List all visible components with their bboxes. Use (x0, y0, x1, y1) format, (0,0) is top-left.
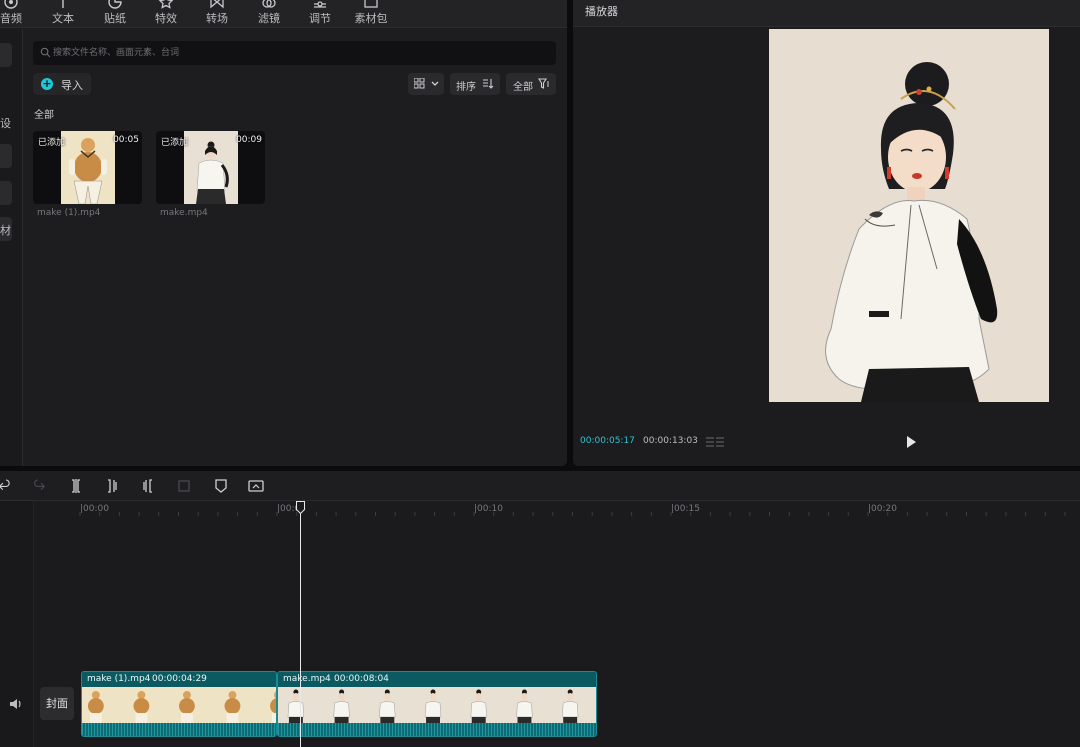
timeline-clip-1[interactable]: make (1).mp4 00:00:04:29 (81, 671, 277, 737)
chevron-down-icon (431, 81, 439, 86)
tab-effects[interactable]: 特效 (141, 0, 191, 26)
filter-button[interactable]: 全部 (506, 73, 556, 95)
tab-package[interactable]: 素材包 (346, 0, 396, 26)
media-item-1[interactable]: 已添加 00:05 (33, 131, 142, 204)
tab-audio[interactable]: 音频 (0, 0, 36, 26)
ruler-ticks (79, 512, 1066, 516)
tab-filter-label: 滤镜 (258, 12, 280, 25)
effects-icon (158, 0, 174, 9)
tab-effects-label: 特效 (155, 12, 177, 25)
sort-label: 排序 (456, 82, 476, 93)
rail-button-2[interactable] (0, 144, 12, 168)
cover-button[interactable]: 封面 (40, 687, 74, 720)
timeline-panel: |00:00 |00:05 |00:10 |00:15 |00:20 封面 ma… (0, 471, 1080, 747)
top-tab-bar: 音频 文本 贴纸 特效 转场 滤镜 调节 素材包 (0, 0, 567, 28)
import-label: 导入 (61, 79, 83, 92)
side-rail: 设 材 (0, 29, 23, 466)
play-icon (907, 436, 916, 448)
clip-waveform (82, 723, 276, 736)
tab-sticker[interactable]: 贴纸 (90, 0, 140, 26)
tab-package-label: 素材包 (354, 12, 388, 25)
rail-label-material: 材 (0, 224, 11, 237)
adjust-icon (314, 1, 326, 8)
tab-text-label: 文本 (52, 12, 74, 25)
clip-name: make.mp4 (283, 674, 331, 684)
playhead-line[interactable] (300, 507, 301, 747)
trim-left-icon[interactable] (104, 478, 120, 494)
sort-icon (483, 79, 494, 89)
sticker-icon (108, 0, 122, 9)
clip-timecode: 00:00:08:04 (334, 674, 389, 684)
media-duration: 00:09 (236, 135, 262, 145)
import-button[interactable]: + 导入 (33, 73, 91, 95)
search-icon (40, 47, 51, 58)
play-button[interactable] (904, 435, 918, 449)
marker-icon[interactable] (213, 478, 229, 494)
rail-button-3[interactable] (0, 181, 12, 205)
timeline-clip-2[interactable]: make.mp4 00:00:08:04 (277, 671, 597, 737)
transition-icon (210, 0, 224, 9)
speaker-icon[interactable] (8, 697, 24, 711)
tab-transition[interactable]: 转场 (192, 0, 242, 26)
freeze-frame-icon[interactable] (248, 478, 264, 494)
rail-button-1[interactable] (0, 43, 12, 67)
media-name: make.mp4 (160, 208, 208, 218)
sort-button[interactable]: 排序 (450, 73, 500, 95)
media-item-2[interactable]: 已添加 00:09 (156, 131, 265, 204)
clip-filmstrip (278, 687, 596, 723)
redo-icon[interactable] (32, 478, 48, 494)
total-time: 00:00:13:03 (643, 436, 698, 446)
media-thumbnail-1 (61, 131, 115, 204)
tab-text[interactable]: 文本 (38, 0, 88, 26)
view-mode-button[interactable] (408, 73, 444, 95)
media-thumbnail-2 (184, 131, 238, 204)
ruler-label-10: |00:10 (474, 504, 503, 514)
timeline-toolbar (0, 471, 1080, 501)
tab-adjust-label: 调节 (309, 12, 331, 25)
media-panel: 音频 文本 贴纸 特效 转场 滤镜 调节 素材包 设 材 搜索文件名称、画面元素… (0, 0, 567, 466)
undo-icon[interactable] (0, 478, 12, 494)
funnel-icon (538, 78, 549, 89)
filter-icon (262, 0, 276, 8)
text-icon (57, 0, 69, 8)
playhead-handle[interactable] (296, 501, 305, 514)
media-duration: 00:05 (113, 135, 139, 145)
delete-icon[interactable] (176, 478, 192, 494)
clip-timecode: 00:00:04:29 (152, 674, 207, 684)
tab-filter[interactable]: 滤镜 (244, 0, 294, 26)
ruler-label-0: |00:00 (80, 504, 109, 514)
player-panel: 播放器 00:00:05:17 00:00:13:03 (573, 0, 1080, 466)
tab-sticker-label: 贴纸 (104, 12, 126, 25)
trim-right-icon[interactable] (140, 478, 156, 494)
audio-icon (4, 0, 18, 9)
tab-adjust[interactable]: 调节 (295, 0, 345, 26)
split-icon[interactable] (68, 478, 84, 494)
preview-image (769, 29, 1049, 402)
section-label-all: 全部 (34, 110, 54, 121)
rail-label-settings: 设 (0, 117, 11, 130)
player-title: 播放器 (585, 5, 618, 18)
tab-transition-label: 转场 (206, 12, 228, 25)
search-box (33, 41, 556, 65)
time-ruler[interactable]: |00:00 |00:05 |00:10 |00:15 |00:20 (34, 502, 1080, 518)
added-badge: 已添加 (161, 138, 189, 148)
media-name: make (1).mp4 (37, 208, 101, 218)
search-input[interactable] (53, 41, 543, 65)
ruler-label-15: |00:15 (671, 504, 700, 514)
filter-label: 全部 (513, 82, 533, 93)
clip-filmstrip (82, 687, 276, 723)
layout-icon[interactable] (705, 435, 725, 449)
plus-icon: + (41, 77, 53, 90)
grid-icon (414, 78, 425, 89)
current-time: 00:00:05:17 (580, 436, 635, 446)
clip-name: make (1).mp4 (87, 674, 151, 684)
added-badge: 已添加 (38, 138, 66, 148)
video-preview[interactable] (769, 29, 1049, 402)
player-header: 播放器 (573, 0, 1080, 27)
clip-waveform (278, 723, 596, 736)
ruler-label-20: |00:20 (868, 504, 897, 514)
tab-audio-label: 音频 (0, 12, 22, 25)
package-icon (364, 0, 378, 8)
